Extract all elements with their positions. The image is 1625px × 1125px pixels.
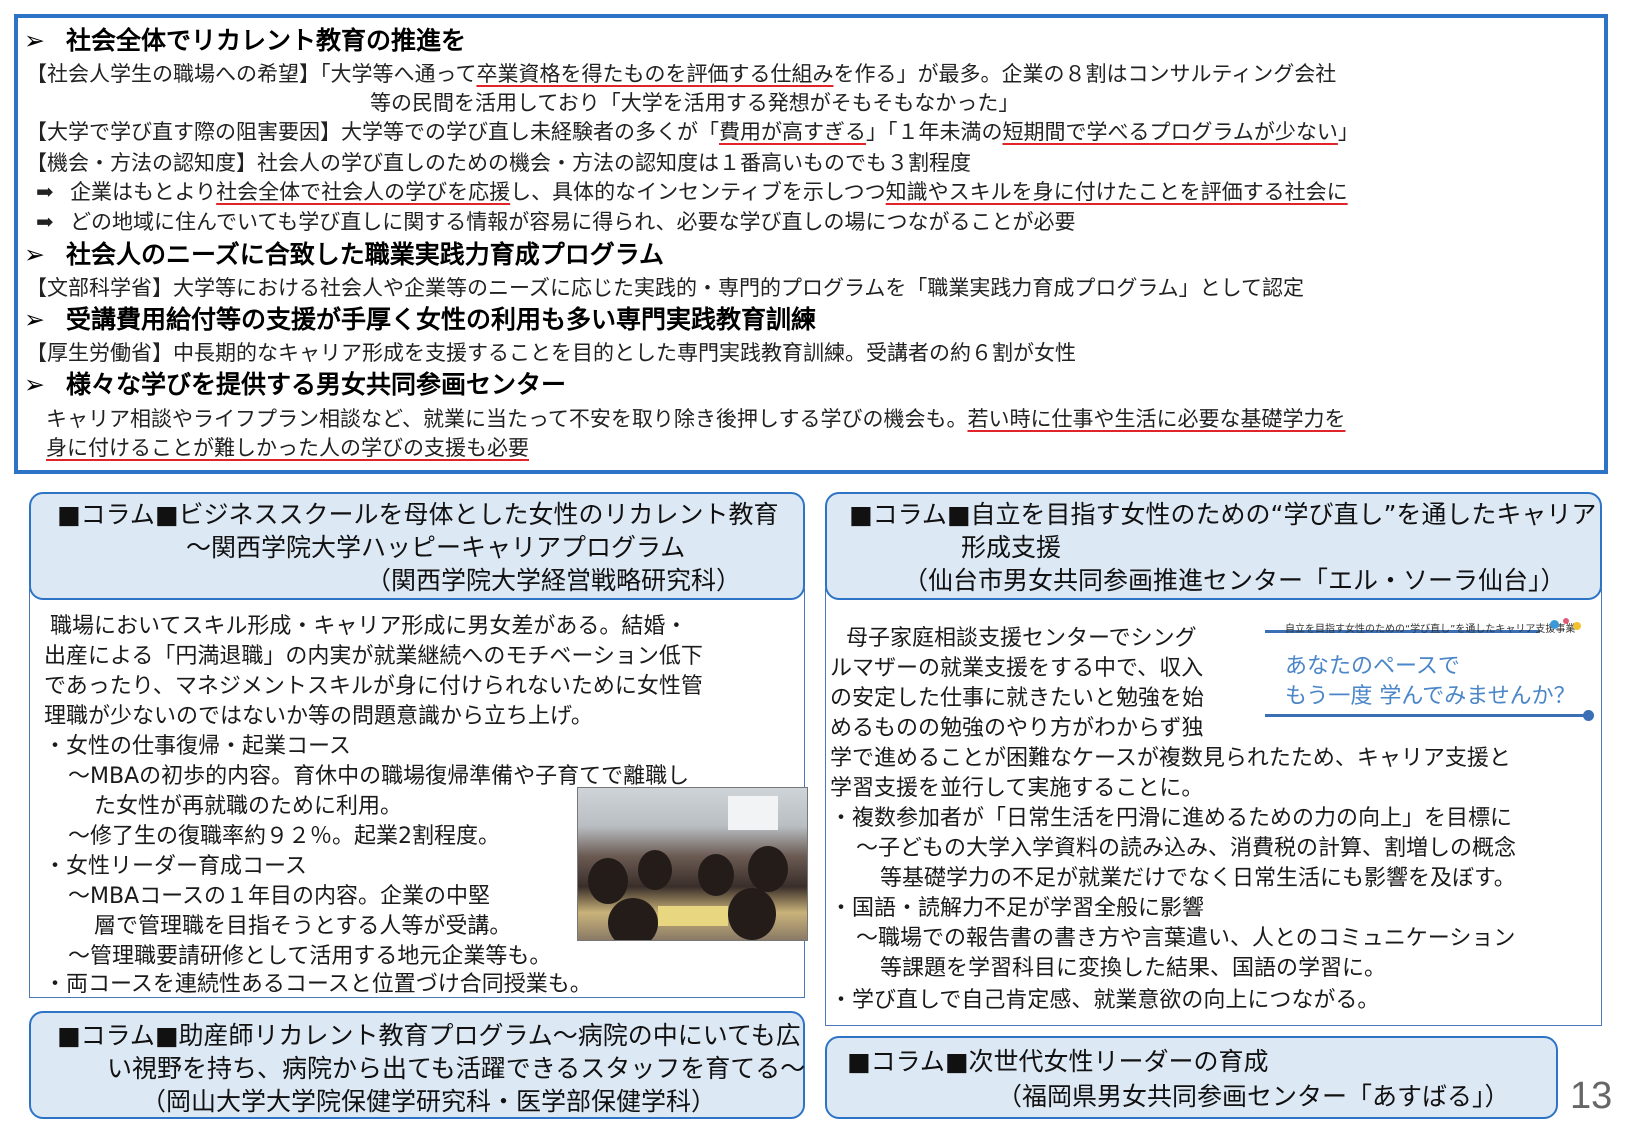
- list-item: ・学び直しで自己肯定感、就業意欲の向上につながる。: [830, 988, 1380, 1013]
- text-line: 【社会人学生の職場への希望】「大学等へ通って卒業資格を得たものを評価する仕組みを…: [26, 62, 1337, 86]
- body-line: 母子家庭相談支援センターでシング: [846, 626, 1197, 651]
- bullet-icon: ➢: [24, 370, 45, 399]
- column-header-right-bottom: ■コラム■次世代女性リーダーの育成 （福岡県男女共同参画センター「あすばる」）: [825, 1036, 1558, 1119]
- classroom-photo: [577, 787, 808, 941]
- arrow-right-icon: ➡: [36, 210, 54, 234]
- text-line: 【文部科学省】大学等における社会人や企業等のニーズに応じた実践的・専門的プログラ…: [26, 276, 1305, 300]
- text-line: キャリア相談やライフプラン相談など、就業に当たって不安を取り除き後押しする学びの…: [46, 407, 1346, 431]
- text-line: ➡ 企業はもとより社会全体で社会人の学びを応援し、具体的なインセンティブを示しつつ…: [36, 177, 1348, 207]
- heading-vocational-program: ➢ 社会人のニーズに合致した職業実践力育成プログラム: [24, 240, 665, 269]
- text-line: 身に付けることが難しかった人の学びの支援も必要: [46, 436, 529, 460]
- column-source: （福岡県男女共同参画センター「あすばる」）: [997, 1082, 1510, 1111]
- body-line: ～職場での報告書の書き方や言葉遣い、人とのコミュニケーション: [856, 926, 1516, 951]
- body-line: 学習支援を並行して実施することに。: [830, 776, 1204, 801]
- body-line: 層で管理職を目指そうとする人等が受講。: [94, 914, 512, 939]
- body-line: 等課題を学習科目に変換した結果、国語の学習に。: [880, 956, 1387, 981]
- column-header-left: ■コラム■ビジネススクールを母体とした女性のリカレント教育 ～関西学院大学ハッピ…: [29, 492, 805, 600]
- body-line: ～修了生の復職率約９２％。起業2割程度。: [68, 824, 500, 849]
- list-item: ・国語・読解力不足が学習全般に影響: [830, 896, 1205, 921]
- bullet-icon: ➢: [24, 240, 45, 269]
- column-title: ■コラム■ビジネススクールを母体とした女性のリカレント教育: [57, 500, 779, 529]
- body-line: 学で進めることが困難なケースが複数見られたため、キャリア支援と: [830, 746, 1511, 771]
- column-source: （関西学院大学経営戦略研究科）: [366, 566, 742, 595]
- body-line: た女性が再就職のために利用。: [94, 794, 403, 819]
- column-title: ■コラム■自立を目指す女性のための“学び直し”を通したキャリア: [849, 500, 1597, 529]
- column-subtitle: 形成支援: [961, 533, 1062, 562]
- column-source: （仙台市男女共同参画推進センター「エル・ソーラ仙台」）: [903, 566, 1566, 595]
- body-line: であったり、マネジメントスキルが身に付けられないために女性管: [44, 674, 703, 699]
- body-line: ～子どもの大学入学資料の読み込み、消費税の計算、割増しの概念: [856, 836, 1517, 861]
- text-line: ➡ どの地域に住んでいても学び直しに関する情報が容易に得られ、必要な学び直しの場に…: [36, 207, 1075, 237]
- text-line: 等の民間を活用しており「大学を活用する発想がそもそもなかった」: [370, 91, 1020, 115]
- heading-recurrent-society: ➢ 社会全体でリカレント教育の推進を: [24, 26, 467, 55]
- page-number: 13: [1570, 1075, 1613, 1117]
- column-header-right: ■コラム■自立を目指す女性のための“学び直し”を通したキャリア 形成支援 （仙台…: [825, 492, 1602, 600]
- column-subtitle: ～関西学院大学ハッピーキャリアプログラム: [186, 533, 686, 562]
- list-item: ・女性の仕事復帰・起業コース: [44, 734, 351, 759]
- banner-caption: 自立を目指す女性のための“学び直し”を通したキャリア支援事業: [1285, 624, 1576, 635]
- text-line: 【機会・方法の認知度】社会人の学び直しのための機会・方法の認知度は１番高いもので…: [26, 151, 971, 175]
- column-subtitle: い視野を持ち、病院から出ても活躍できるスタッフを育てる～: [107, 1054, 806, 1083]
- body-line: ～MBAコースの１年目の内容。企業の中堅: [68, 884, 491, 909]
- program-banner: 自立を目指す女性のための“学び直し”を通したキャリア支援事業 あなたのペースで …: [1265, 618, 1601, 726]
- column-header-left-bottom: ■コラム■助産師リカレント教育プログラム～病院の中にいても広 い視野を持ち、病院…: [29, 1011, 805, 1119]
- bullet-icon: ➢: [24, 305, 45, 334]
- body-line: めるものの勉強のやり方がわからず独: [830, 716, 1204, 741]
- heading-gender-equality-center: ➢ 様々な学びを提供する男女共同参画センター: [24, 370, 567, 399]
- body-line: ～MBAの初歩的内容。育休中の職場復帰準備や子育てで離職し: [68, 764, 690, 789]
- column-source: （岡山大学大学院保健学研究科・医学部保健学科）: [141, 1087, 717, 1116]
- text-line: 【厚生労働省】中長期的なキャリア形成を支援することを目的とした専門実践教育訓練。…: [26, 341, 1076, 365]
- list-item: ・女性リーダー育成コース: [44, 854, 307, 879]
- body-line: 理職が少ないのではないか等の問題意識から立ち上げ。: [44, 704, 593, 729]
- body-line: の安定した仕事に就きたいと勉強を始: [830, 686, 1205, 711]
- body-line: ルマザーの就業支援をする中で、収入: [830, 656, 1204, 681]
- text-line: 【大学で学び直す際の阻害要因】大学等での学び直し未経験者の多くが「費用が高すぎる…: [26, 120, 1359, 144]
- bullet-icon: ➢: [24, 26, 45, 55]
- column-title: ■コラム■助産師リカレント教育プログラム～病院の中にいても広: [57, 1021, 801, 1050]
- arrow-right-icon: ➡: [36, 180, 54, 204]
- list-item: ・複数参加者が「日常生活を円滑に進めるための力の向上」を目標に: [830, 806, 1513, 831]
- column-title: ■コラム■次世代女性リーダーの育成: [847, 1047, 1269, 1076]
- body-line: 職場においてスキル形成・キャリア形成に男女差がある。結婚・: [50, 614, 688, 639]
- banner-text: あなたのペースで: [1285, 654, 1460, 679]
- banner-text: もう一度 学んでみませんか？: [1285, 684, 1576, 709]
- heading-training-support: ➢ 受講費用給付等の支援が手厚く女性の利用も多い専門実践教育訓練: [24, 305, 817, 334]
- list-item: ・両コースを連続性あるコースと位置づけ合同授業も。: [44, 972, 592, 997]
- body-line: 等基礎学力の不足が就業だけでなく日常生活にも影響を及ぼす。: [880, 866, 1516, 891]
- body-line: 出産による「円満退職」の内実が就業継続へのモチベーション低下: [44, 644, 703, 669]
